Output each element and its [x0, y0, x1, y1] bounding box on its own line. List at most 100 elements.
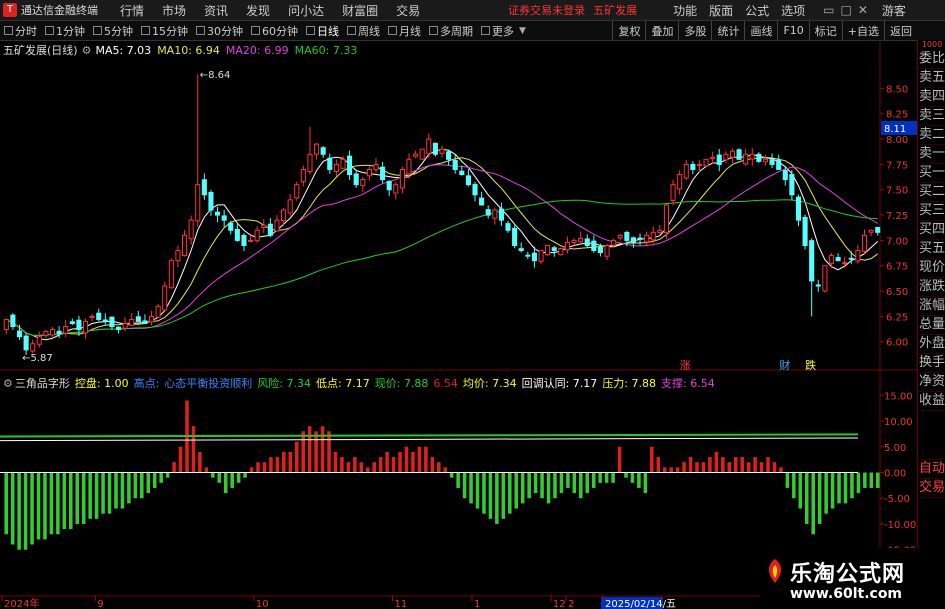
- menu-gongneng[interactable]: 功能: [673, 2, 697, 19]
- candle[interactable]: [789, 170, 795, 201]
- candle[interactable]: [300, 165, 306, 187]
- candle[interactable]: [492, 207, 498, 225]
- candle[interactable]: [432, 142, 438, 157]
- candle[interactable]: [505, 220, 511, 233]
- candle[interactable]: [591, 235, 597, 253]
- candle[interactable]: [644, 231, 650, 246]
- side-item-16[interactable]: 换手: [918, 354, 945, 373]
- side-item-17[interactable]: 净资: [918, 373, 945, 392]
- candle[interactable]: [710, 151, 716, 164]
- candle[interactable]: [512, 225, 518, 249]
- period-tab-3[interactable]: 15分钟: [137, 23, 192, 39]
- guest-label[interactable]: 游客: [882, 2, 906, 19]
- period-tab-9[interactable]: 多周期: [425, 23, 477, 39]
- chart-area[interactable]: 6.00 6.25 6.50 6.75 7.00 7.25 7.50 7.75 8.00 8.25…: [0, 40, 917, 609]
- candle[interactable]: [769, 153, 775, 169]
- menu-faxian[interactable]: 发现: [246, 2, 270, 19]
- candle[interactable]: [327, 153, 333, 174]
- menu-banmian[interactable]: 版面: [709, 2, 733, 19]
- candle[interactable]: [637, 233, 643, 246]
- candle[interactable]: [215, 206, 221, 223]
- candle[interactable]: [729, 148, 736, 164]
- candle[interactable]: [472, 181, 478, 202]
- candle[interactable]: [485, 205, 491, 219]
- candle[interactable]: [241, 233, 247, 251]
- menu-caifuquan[interactable]: 财富圈: [342, 2, 378, 19]
- side-item-12[interactable]: 涨跌: [918, 278, 945, 297]
- candle[interactable]: [360, 177, 366, 193]
- menu-gongshi[interactable]: 公式: [745, 2, 769, 19]
- menu-zixun[interactable]: 资讯: [204, 2, 228, 19]
- candle[interactable]: [822, 265, 828, 293]
- candle[interactable]: [221, 209, 227, 228]
- toolbar-button-3[interactable]: 统计: [711, 21, 744, 40]
- candle[interactable]: [736, 148, 742, 161]
- toolbar-button-5[interactable]: F10: [777, 21, 808, 40]
- candle[interactable]: [578, 231, 584, 245]
- candle[interactable]: [30, 339, 36, 354]
- candle[interactable]: [314, 142, 320, 160]
- candle[interactable]: [716, 148, 722, 172]
- candle[interactable]: [254, 226, 260, 243]
- menu-hangqing[interactable]: 行情: [120, 2, 144, 19]
- side-item-15[interactable]: 外盘: [918, 335, 945, 354]
- side-item-9[interactable]: 买四: [918, 221, 945, 240]
- candle[interactable]: [518, 242, 524, 253]
- candle[interactable]: [861, 229, 868, 254]
- close-icon[interactable]: ✕: [858, 3, 868, 17]
- period-tab-6[interactable]: 日线: [302, 23, 343, 39]
- candle[interactable]: [135, 311, 141, 322]
- candle[interactable]: [538, 250, 544, 265]
- candle[interactable]: [439, 145, 445, 158]
- candle[interactable]: [63, 319, 69, 338]
- period-tab-4[interactable]: 30分钟: [192, 23, 247, 39]
- candle[interactable]: [3, 318, 9, 335]
- side-item-13[interactable]: 涨幅: [918, 297, 945, 316]
- period-tab-1[interactable]: 1分钟: [41, 23, 89, 39]
- toolbar-button-4[interactable]: 画线: [744, 21, 777, 40]
- side-item-5[interactable]: 卖一: [918, 145, 945, 164]
- candle[interactable]: [386, 180, 392, 196]
- candle[interactable]: [809, 238, 815, 317]
- candle[interactable]: [175, 245, 181, 268]
- candle[interactable]: [875, 226, 881, 236]
- side-item-14[interactable]: 总量: [918, 316, 945, 335]
- period-tab-8[interactable]: 月线: [384, 23, 425, 39]
- side-item-3[interactable]: 卖三: [918, 107, 945, 126]
- candle[interactable]: [155, 303, 161, 318]
- candle[interactable]: [564, 236, 570, 254]
- candle[interactable]: [82, 318, 89, 339]
- side-item-10[interactable]: 买五: [918, 240, 945, 259]
- candle[interactable]: [545, 244, 551, 257]
- candle[interactable]: [56, 326, 62, 339]
- candle[interactable]: [294, 181, 300, 201]
- candle[interactable]: [43, 330, 49, 338]
- candle[interactable]: [76, 315, 82, 337]
- side-item-19[interactable]: [918, 411, 945, 460]
- candle[interactable]: [148, 310, 155, 326]
- candle[interactable]: [446, 150, 452, 166]
- toolbar-button-1[interactable]: 叠加: [645, 21, 678, 40]
- candle[interactable]: [320, 146, 326, 158]
- toolbar-button-0[interactable]: 复权: [612, 21, 645, 40]
- candle[interactable]: [10, 313, 16, 330]
- period-tab-5[interactable]: 60分钟: [247, 23, 302, 39]
- candle[interactable]: [181, 230, 188, 257]
- toolbar-button-8[interactable]: 返回: [884, 21, 917, 40]
- toolbar-button-7[interactable]: +自选: [841, 21, 884, 40]
- candle[interactable]: [835, 253, 841, 262]
- side-item-20[interactable]: 自动: [918, 460, 945, 479]
- login-notice[interactable]: 证券交易未登录: [508, 2, 585, 18]
- candle[interactable]: [49, 327, 56, 337]
- candle[interactable]: [96, 308, 102, 322]
- candle[interactable]: [115, 326, 122, 334]
- side-item-6[interactable]: 买一: [918, 164, 945, 183]
- candle[interactable]: [723, 151, 729, 164]
- side-item-4[interactable]: 卖二: [918, 126, 945, 145]
- candle[interactable]: [776, 154, 782, 170]
- candle[interactable]: [459, 165, 465, 176]
- candle[interactable]: [267, 218, 273, 238]
- candle[interactable]: [353, 171, 359, 188]
- candle[interactable]: [584, 234, 590, 248]
- candle[interactable]: [571, 238, 577, 246]
